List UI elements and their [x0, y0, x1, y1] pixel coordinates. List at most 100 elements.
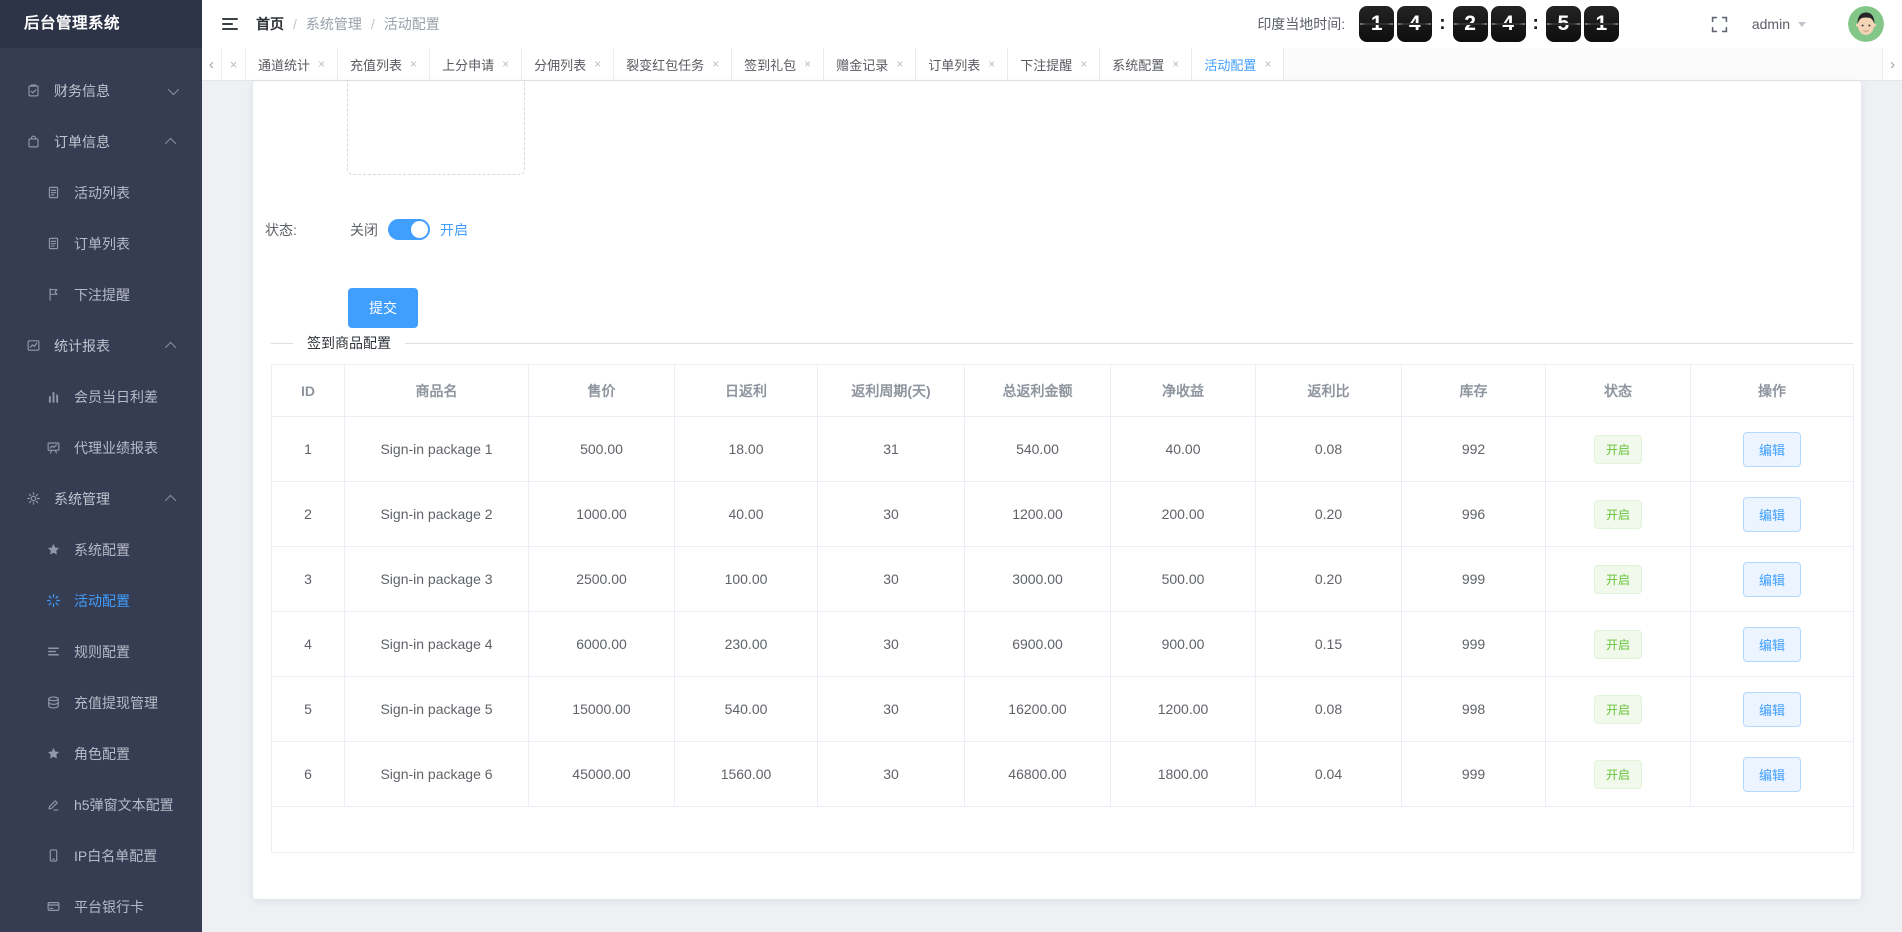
edit-button[interactable]: 编辑: [1742, 496, 1801, 532]
cell-total_rebate: 540.00: [964, 416, 1111, 482]
sidebar-item-系统配置[interactable]: 系统配置: [0, 524, 202, 575]
image-upload-box[interactable]: [347, 81, 525, 175]
tab-label: 订单列表: [928, 57, 981, 73]
sidebar-item-label: 代理业绩报表: [74, 439, 158, 456]
sidebar-item-label: 角色配置: [74, 745, 130, 762]
sidebar-item-活动列表[interactable]: 活动列表: [0, 167, 202, 218]
chevron-up-icon: [164, 341, 177, 353]
sidebar-item-订单信息[interactable]: 订单信息: [0, 116, 202, 167]
cell-name: Sign-in package 3: [344, 546, 529, 612]
tab-裂变红包任务[interactable]: 裂变红包任务 ×: [614, 48, 733, 80]
sidebar-item-订单列表[interactable]: 订单列表: [0, 218, 202, 269]
cell-total_rebate: 3000.00: [964, 546, 1111, 612]
flip-clock: 14:24:51: [1359, 6, 1619, 42]
cell-stock: 999: [1401, 741, 1546, 807]
breadcrumb-home[interactable]: 首页: [256, 14, 284, 34]
tab-活动配置[interactable]: 活动配置 ×: [1192, 48, 1285, 80]
edit-button[interactable]: 编辑: [1742, 756, 1801, 792]
tab-close-icon[interactable]: ×: [1172, 57, 1179, 71]
tab-close-icon[interactable]: ×: [318, 57, 325, 71]
breadcrumb-current: 活动配置: [383, 16, 440, 32]
sidebar-item-角色配置[interactable]: 角色配置: [0, 728, 202, 779]
chevron-down-icon: [167, 83, 180, 95]
tab-label: 系统配置: [1112, 57, 1165, 73]
toggle-on-label: 开启: [440, 221, 468, 238]
tabs-scroll-left-icon[interactable]: ‹: [202, 48, 222, 80]
table-header-row: ID 商品名 售价 日返利 返利周期(天) 总返利金额 净收益 返利比 库存 状态 操作: [271, 364, 1854, 417]
sidebar-item-会员当日利差[interactable]: 会员当日利差: [0, 371, 202, 422]
tab-订单列表[interactable]: 订单列表 ×: [916, 48, 1009, 80]
tab-close-icon[interactable]: ×: [804, 57, 811, 71]
status-toggle[interactable]: [388, 219, 430, 240]
column-header: 状态: [1545, 364, 1691, 417]
user-menu[interactable]: admin: [1752, 16, 1806, 32]
cell-cycle: 30: [817, 676, 965, 742]
sidebar-item-label: 充值提现管理: [74, 694, 158, 711]
sidebar-item-活动配置[interactable]: 活动配置: [0, 575, 202, 626]
sidebar-item-IP白名单配置[interactable]: IP白名单配置: [0, 830, 202, 881]
fullscreen-icon[interactable]: [1711, 16, 1728, 33]
tab-close-icon[interactable]: ×: [988, 57, 995, 71]
edit-button[interactable]: 编辑: [1742, 561, 1801, 597]
cell-daily_rebate: 230.00: [674, 611, 818, 677]
tab-close-icon[interactable]: ×: [594, 57, 601, 71]
sidebar-item-规则配置[interactable]: 规则配置: [0, 626, 202, 677]
breadcrumb-system[interactable]: 系统管理: [306, 14, 362, 34]
tab-签到礼包[interactable]: 签到礼包 ×: [732, 48, 825, 80]
status-badge: 开启: [1593, 629, 1642, 659]
tab-close-icon[interactable]: ×: [1080, 57, 1087, 71]
tab-赠金记录[interactable]: 赠金记录 ×: [824, 48, 917, 80]
tab-下注提醒[interactable]: 下注提醒 ×: [1008, 48, 1101, 80]
app-root: 后台管理系统 财务信息 订单信息 活动列表 订单列表 下注提醒 统计报表 会员当日利差 代理业…: [0, 0, 1902, 932]
cell-status: 开启: [1545, 676, 1691, 742]
topbar-right: 印度当地时间: 14:24:51 admin: [1257, 6, 1884, 42]
sidebar-item-label: 系统管理: [54, 490, 110, 507]
cell-action: 编辑: [1690, 741, 1854, 807]
tab-上分申请[interactable]: 上分申请 ×: [430, 48, 523, 80]
column-header: 返利周期(天): [817, 364, 965, 417]
cell-total_rebate: 6900.00: [964, 611, 1111, 677]
tab-close-icon[interactable]: ×: [502, 57, 509, 71]
doc-icon: [46, 236, 62, 252]
card-icon: [46, 899, 62, 915]
cell-action: 编辑: [1690, 676, 1854, 742]
tab-通道统计[interactable]: 通道统计 ×: [246, 48, 339, 80]
collapse-menu-icon[interactable]: [220, 14, 240, 34]
tabs-scroll-right-icon[interactable]: ›: [1882, 48, 1902, 80]
sidebar-item-统计报表[interactable]: 统计报表: [0, 320, 202, 371]
sidebar-item-平台银行卡[interactable]: 平台银行卡: [0, 881, 202, 932]
tab-充值列表[interactable]: 充值列表 ×: [338, 48, 431, 80]
chevron-up-icon: [164, 137, 177, 149]
edit-button[interactable]: 编辑: [1742, 691, 1801, 727]
sidebar-item-下注提醒[interactable]: 下注提醒: [0, 269, 202, 320]
tabs-close-icon[interactable]: ×: [222, 48, 246, 80]
breadcrumb: 首页 / 系统管理 / 活动配置: [256, 14, 440, 34]
sidebar-item-财务信息[interactable]: 财务信息: [0, 65, 202, 116]
cell-ratio: 0.20: [1255, 481, 1402, 547]
table-row: 1 Sign-in package 1 500.00 18.00 31 540.00 40.…: [271, 416, 1854, 482]
edit-button[interactable]: 编辑: [1742, 626, 1801, 662]
edit-button[interactable]: 编辑: [1742, 431, 1801, 467]
cell-daily_rebate: 18.00: [674, 416, 818, 482]
tab-close-icon[interactable]: ×: [896, 57, 903, 71]
sidebar-item-充值提现管理[interactable]: 充值提现管理: [0, 677, 202, 728]
avatar[interactable]: [1848, 6, 1884, 42]
pencil-icon: [46, 797, 62, 813]
tab-close-icon[interactable]: ×: [712, 57, 719, 71]
clock-digit: 4: [1397, 6, 1433, 42]
clock-colon: :: [1439, 13, 1446, 34]
tab-系统配置[interactable]: 系统配置 ×: [1100, 48, 1193, 80]
column-header: ID: [271, 364, 345, 417]
tab-close-icon[interactable]: ×: [1264, 57, 1271, 71]
submit-button[interactable]: 提交: [348, 288, 418, 328]
sidebar-item-系统管理[interactable]: 系统管理: [0, 473, 202, 524]
sidebar-item-h5弹窗文本配置[interactable]: h5弹窗文本配置: [0, 779, 202, 830]
tab-close-icon[interactable]: ×: [410, 57, 417, 71]
tab-分佣列表[interactable]: 分佣列表 ×: [522, 48, 615, 80]
bar-chart-icon: [46, 389, 62, 405]
sidebar-item-label: 平台银行卡: [74, 898, 144, 915]
cell-net_profit: 1200.00: [1110, 676, 1256, 742]
cell-ratio: 0.08: [1255, 676, 1402, 742]
cell-daily_rebate: 100.00: [674, 546, 818, 612]
sidebar-item-代理业绩报表[interactable]: 代理业绩报表: [0, 422, 202, 473]
